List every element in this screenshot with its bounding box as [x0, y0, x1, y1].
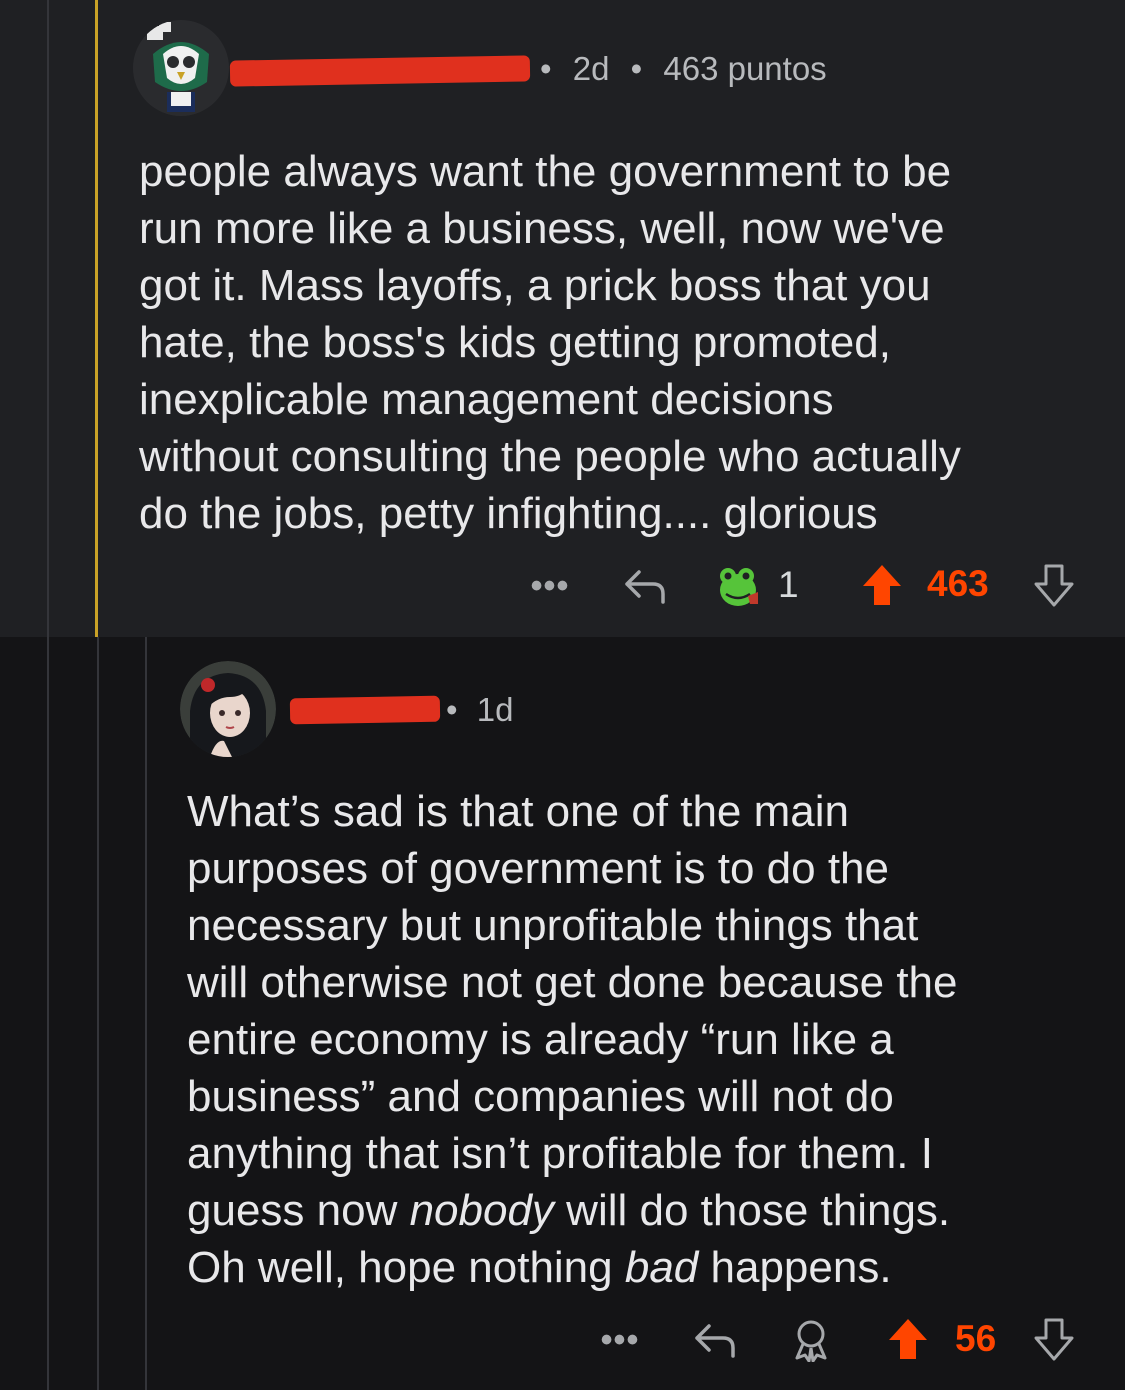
meta-separator: • — [446, 691, 458, 728]
thread-line-2 — [97, 637, 99, 1390]
comment-points: 463 puntos — [663, 50, 827, 87]
award-count: 1 — [778, 564, 799, 605]
comment-highlight-line — [95, 0, 98, 637]
comment-body-text: happens. — [698, 1243, 892, 1292]
owl-avatar-icon — [133, 20, 229, 116]
redacted-username — [229, 55, 531, 87]
user-avatar[interactable] — [133, 20, 229, 116]
award-icon[interactable] — [712, 560, 764, 612]
portrait-avatar-icon — [180, 661, 276, 757]
comment-body: people always want the government to be … — [139, 147, 961, 538]
comment-meta: • 2d • 463 puntos — [540, 50, 827, 88]
meta-separator: • — [630, 50, 643, 87]
redacted-username — [289, 695, 441, 725]
comment-time: 2d — [572, 50, 610, 87]
downvote-icon[interactable] — [1030, 1314, 1078, 1364]
comment-body-emphasis: bad — [624, 1243, 699, 1292]
more-icon[interactable]: ••• — [527, 566, 573, 606]
thread-line-1-top — [47, 0, 49, 637]
upvote-icon[interactable] — [884, 1314, 932, 1364]
comment-meta: • 1d — [446, 691, 513, 729]
downvote-icon[interactable] — [1030, 560, 1078, 610]
award-icon[interactable] — [788, 1316, 834, 1364]
reply-icon[interactable] — [692, 1317, 738, 1363]
user-avatar[interactable] — [180, 661, 276, 757]
more-icon[interactable]: ••• — [597, 1320, 643, 1360]
thread-line-3 — [145, 637, 147, 1390]
meta-separator: • — [540, 50, 552, 87]
comment-body-text: What’s sad is that one of the main purpo… — [187, 787, 958, 1235]
comment-parent: • 2d • 463 puntos people always want the… — [0, 0, 1125, 637]
comment-body-emphasis: nobody — [409, 1186, 554, 1235]
score: 463 — [927, 563, 989, 604]
reply-icon[interactable] — [622, 563, 668, 609]
score: 56 — [955, 1318, 997, 1359]
upvote-icon[interactable] — [858, 560, 906, 610]
comment-body: What’s sad is that one of the main purpo… — [187, 783, 1107, 1296]
comment-time: 1d — [476, 691, 514, 728]
